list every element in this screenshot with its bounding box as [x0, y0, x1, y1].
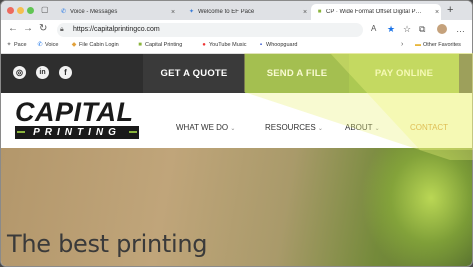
- voice-icon: ✆: [60, 8, 67, 15]
- back-icon[interactable]: ←: [8, 24, 18, 34]
- bookmark-label: Capital Printing: [145, 42, 183, 48]
- close-icon[interactable]: ×: [169, 9, 177, 16]
- tab-voice[interactable]: ✆ Voice - Messages ×: [55, 4, 177, 20]
- pay-online-button[interactable]: PAY ONLINE: [349, 54, 459, 93]
- tab-title: Welcome to EF Pace: [198, 9, 255, 15]
- bookmark-label: Other Favorites: [423, 42, 461, 48]
- tab-title: Voice - Messages: [70, 9, 118, 15]
- nav-contact[interactable]: CONTACT: [410, 123, 448, 132]
- hero-glow: [361, 148, 472, 266]
- bookmark-label: Voice: [45, 42, 59, 48]
- lock-icon: 🔒︎: [60, 26, 64, 33]
- close-icon[interactable]: ×: [433, 9, 441, 16]
- more-icon[interactable]: …: [456, 24, 465, 34]
- cp-icon: ■: [317, 8, 322, 15]
- youtube-icon: ●: [202, 42, 206, 48]
- chevron-down-icon: ⌄: [230, 126, 236, 132]
- nav-resources[interactable]: RESOURCES ⌄: [265, 123, 323, 132]
- nav-about[interactable]: ABOUT ⌄: [345, 123, 380, 132]
- hero-title: The best printing: [7, 230, 208, 258]
- chevron-right-icon[interactable]: ›: [401, 41, 403, 48]
- hero-banner: The best printing: [1, 148, 472, 266]
- new-tab-button[interactable]: +: [447, 4, 453, 16]
- url-text: https://capitalprintingco.com: [73, 26, 160, 33]
- collections-icon[interactable]: ⧉: [419, 24, 425, 34]
- tab-capital-printing[interactable]: ■ CP · Wide Format Offset Digital P… ×: [311, 4, 441, 20]
- file-icon: ◆: [71, 42, 77, 48]
- nav-label: WHAT WE DO: [176, 123, 229, 132]
- maximize-window-button[interactable]: [27, 7, 34, 14]
- ef-icon: ✦: [188, 8, 195, 15]
- send-a-file-label: SEND A FILE: [266, 68, 328, 79]
- bookmark-file-cabin[interactable]: ◆ File Cabin Login: [71, 42, 119, 48]
- bookmark-other-favorites[interactable]: ▬ Other Favorites: [415, 42, 461, 48]
- facebook-icon[interactable]: f: [59, 66, 72, 79]
- address-bar-row: ← → ↻ 🔒︎ https://capitalprintingco.com A…: [1, 20, 472, 40]
- pay-online-label: PAY ONLINE: [374, 68, 434, 79]
- send-a-file-button[interactable]: SEND A FILE: [245, 54, 349, 93]
- logo-wordmark: CAPITAL: [15, 97, 134, 127]
- chevron-down-icon: ⌄: [317, 126, 323, 132]
- favorites-icon[interactable]: ☆: [403, 24, 411, 34]
- voice-icon: ✆: [37, 42, 43, 48]
- linkedin-icon[interactable]: in: [36, 66, 49, 79]
- browser-window: ▢ ✆ Voice - Messages × ✦ Welcome to EF P…: [0, 0, 473, 267]
- chevron-down-icon: ⌄: [374, 126, 380, 132]
- minimize-window-button[interactable]: [17, 7, 24, 14]
- bookmark-capital-printing[interactable]: ■ Capital Printing: [137, 42, 182, 48]
- nav-label: RESOURCES: [265, 123, 316, 132]
- cp-icon: ■: [138, 42, 142, 48]
- bookmark-label: Whoopguard: [266, 42, 298, 48]
- folder-icon: ▬: [415, 42, 421, 48]
- logo-banner: PRINTING: [15, 126, 139, 139]
- bookmark-label: YouTube Music: [209, 42, 247, 48]
- nav-label: CONTACT: [410, 123, 449, 132]
- forward-icon[interactable]: →: [23, 24, 33, 34]
- bookmarks-bar: ✦ Pace ✆ Voice ◆ File Cabin Login ■ Capi…: [1, 40, 472, 54]
- bookmark-youtube-music[interactable]: ● YouTube Music: [201, 42, 247, 48]
- instagram-icon[interactable]: ◎: [13, 66, 26, 79]
- nav-label: ABOUT: [345, 123, 373, 132]
- get-a-quote-button[interactable]: GET A QUOTE: [143, 54, 245, 93]
- avatar[interactable]: [437, 24, 447, 34]
- tab-ef-pace[interactable]: ✦ Welcome to EF Pace ×: [183, 4, 309, 20]
- bookmark-label: File Cabin Login: [79, 42, 119, 48]
- bookmark-label: Pace: [14, 42, 27, 48]
- get-a-quote-label: GET A QUOTE: [160, 68, 228, 79]
- bookmark-icon: ▪: [259, 42, 263, 48]
- bookmark-voice[interactable]: ✆ Voice: [37, 42, 58, 48]
- bookmark-whoopguard[interactable]: ▪ Whoopguard: [258, 42, 298, 48]
- site-top-bar: ◎ in f GET A QUOTE SEND A FILE PAY ONLIN…: [1, 54, 472, 93]
- reload-icon[interactable]: ↻: [39, 24, 47, 34]
- nav-what-we-do[interactable]: WHAT WE DO ⌄: [176, 123, 235, 132]
- url-input[interactable]: 🔒︎ https://capitalprintingco.com: [57, 23, 363, 37]
- pace-icon: ✦: [6, 42, 12, 48]
- bookmark-pace[interactable]: ✦ Pace: [6, 42, 27, 48]
- logo-dash-left: [17, 131, 25, 133]
- tab-title: CP · Wide Format Offset Digital P…: [326, 9, 422, 15]
- tab-strip: ▢ ✆ Voice - Messages × ✦ Welcome to EF P…: [1, 1, 472, 20]
- site-header: CAPITAL PRINTING WHAT WE DO ⌄ RESOURCES …: [1, 93, 472, 148]
- logo-dash-right: [129, 131, 137, 133]
- tab-actions-icon[interactable]: ▢: [41, 5, 49, 14]
- logo-subtitle: PRINTING: [33, 127, 121, 138]
- close-window-button[interactable]: [7, 7, 14, 14]
- close-icon[interactable]: ×: [301, 9, 309, 16]
- star-icon[interactable]: ★: [387, 24, 395, 34]
- read-aloud-icon[interactable]: A: [371, 24, 376, 34]
